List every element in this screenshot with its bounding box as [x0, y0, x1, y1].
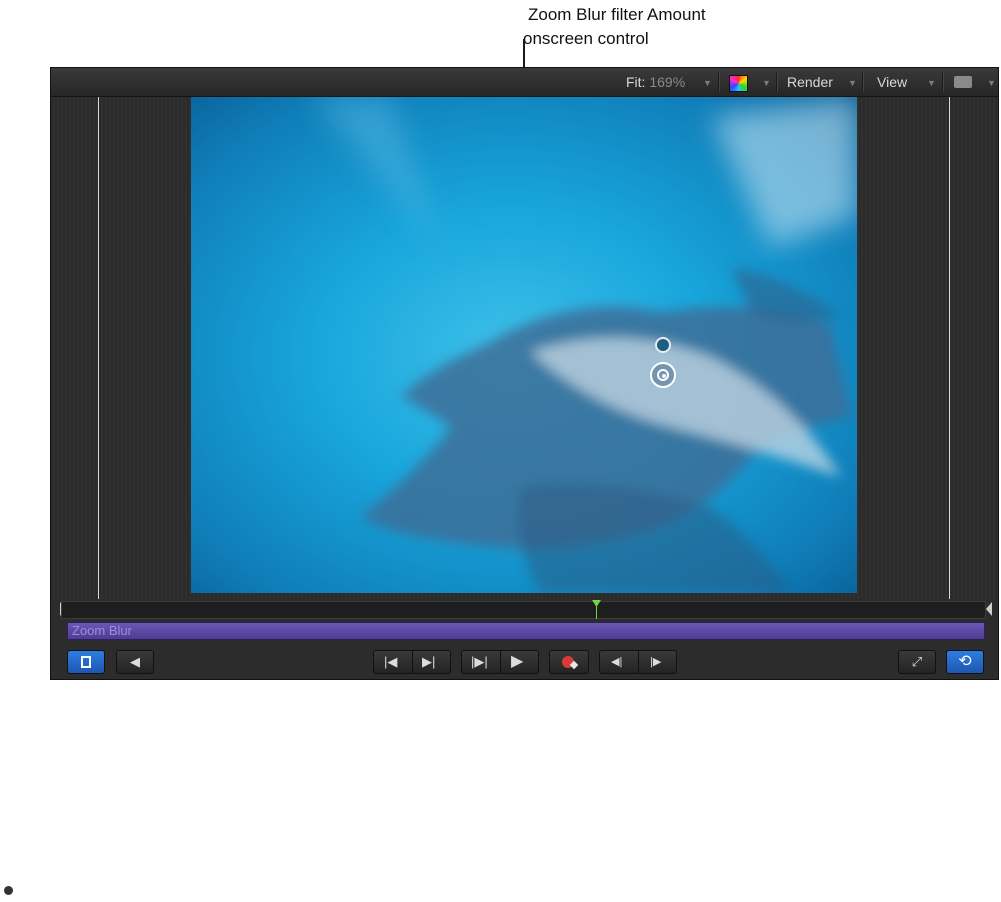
inspector-toggle-icon[interactable] — [67, 650, 105, 674]
render-menu[interactable]: Render — [787, 74, 833, 90]
loop-icon[interactable]: ⟲ — [946, 650, 984, 674]
bullet-point — [4, 886, 13, 895]
zoom-blur-filter-bar[interactable]: Zoom Blur — [67, 622, 985, 640]
previous-keyframe-icon[interactable]: ◀| — [611, 651, 622, 673]
view-label: View — [877, 74, 908, 90]
keyframe-nav-group: ◀| |▶ — [599, 650, 677, 674]
transport-controls: ◀ |◀ ▶| |▶| ▶ ◀| |▶ ⤢ ⟲ — [51, 646, 998, 679]
fit-zoom-menu[interactable]: Fit: 169% — [626, 74, 685, 90]
toolbar-divider — [718, 72, 720, 92]
callout-annotation: Zoom Blur filter Amount onscreen control — [523, 3, 706, 51]
go-to-end-icon[interactable]: ▶| — [422, 651, 435, 673]
zoom-blur-amount-handle[interactable] — [655, 337, 671, 353]
go-to-start-icon[interactable]: |◀ — [384, 651, 397, 673]
render-dropdown-caret-icon[interactable]: ▼ — [848, 78, 857, 88]
callout-line-2: onscreen control — [523, 29, 649, 48]
toolbar-divider — [862, 72, 864, 92]
viewer-toolbar: Fit: 169% ▼ ▼ Render ▼ View ▼ ▼ — [51, 68, 998, 97]
zoom-blur-image — [191, 97, 857, 593]
fit-dropdown-caret-icon[interactable]: ▼ — [703, 78, 712, 88]
safe-zone-line-right — [949, 97, 950, 599]
record-keyframe-icon[interactable] — [549, 650, 589, 674]
go-to-start-end-group: |◀ ▶| — [373, 650, 451, 674]
layout-icon[interactable] — [954, 76, 972, 88]
fullscreen-icon[interactable]: ⤢ — [898, 650, 936, 674]
zoom-blur-center-handle[interactable] — [650, 362, 676, 388]
timeline-out-point-icon[interactable] — [986, 602, 992, 616]
render-label: Render — [787, 74, 833, 90]
fit-label: Fit: — [626, 74, 646, 90]
toolbar-divider — [942, 72, 944, 92]
toolbar-divider — [776, 72, 778, 92]
play-group: |▶| ▶ — [461, 650, 539, 674]
play-range-icon[interactable]: |▶| — [471, 651, 488, 673]
fit-value: 169% — [649, 74, 686, 90]
view-menu[interactable]: View — [877, 74, 907, 90]
blurred-dolphin-graphic — [311, 97, 857, 593]
canvas-area — [51, 97, 998, 599]
color-channels-icon[interactable] — [729, 75, 748, 92]
next-keyframe-icon[interactable]: |▶ — [650, 651, 661, 673]
play-icon[interactable]: ▶ — [511, 651, 523, 673]
safe-zone-line-left — [98, 97, 99, 599]
view-dropdown-caret-icon[interactable]: ▼ — [927, 78, 936, 88]
playhead-icon[interactable] — [592, 600, 601, 620]
canvas-viewer: Fit: 169% ▼ ▼ Render ▼ View ▼ ▼ Zoom Blu… — [50, 67, 999, 680]
callout-line-1: Zoom Blur filter Amount — [528, 5, 706, 24]
mini-timeline-ruler[interactable] — [61, 601, 986, 619]
layout-dropdown-caret-icon[interactable]: ▼ — [987, 78, 996, 88]
color-dropdown-caret-icon[interactable]: ▼ — [762, 78, 771, 88]
speaker-icon[interactable]: ◀ — [116, 650, 154, 674]
